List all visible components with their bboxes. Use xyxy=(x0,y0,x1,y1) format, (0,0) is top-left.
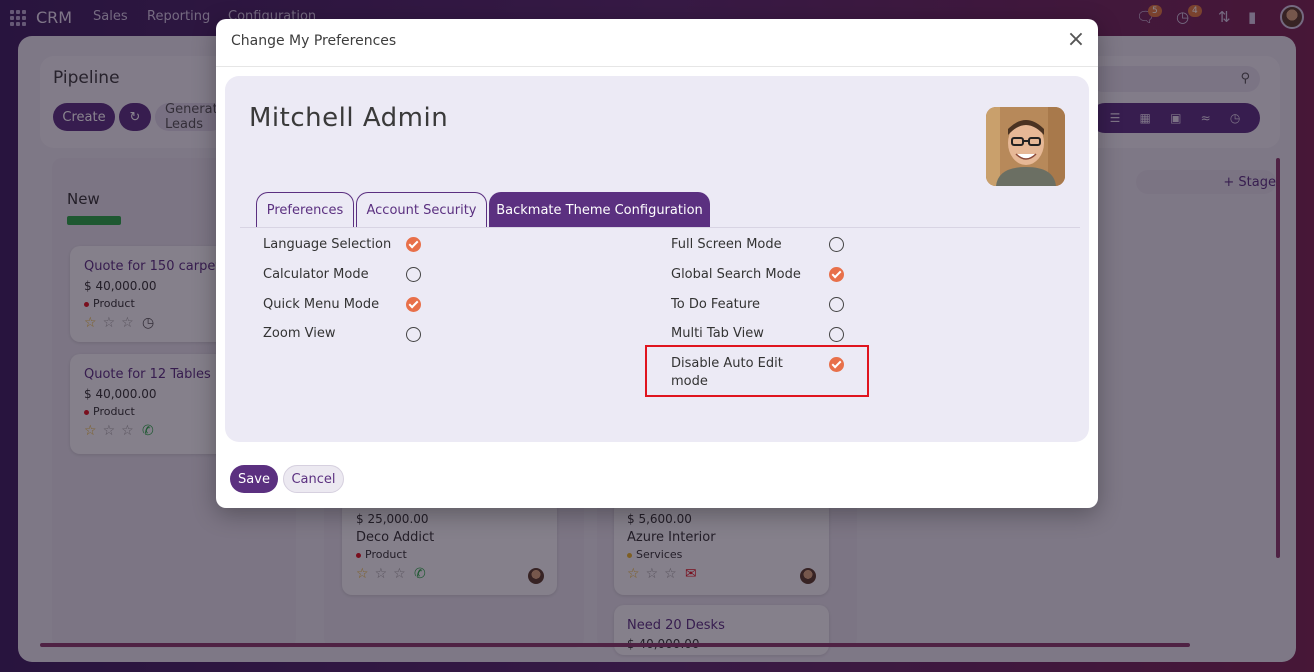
close-icon[interactable]: × xyxy=(1066,29,1086,51)
tab-backmate-theme-configuration[interactable]: Backmate Theme Configuration xyxy=(489,192,710,228)
tab-preferences[interactable]: Preferences xyxy=(256,192,354,228)
tab-bar: Preferences Account Security Backmate Th… xyxy=(256,192,712,228)
quick-menu-mode-checkbox[interactable] xyxy=(406,297,421,312)
save-button[interactable]: Save xyxy=(230,465,278,493)
cancel-button[interactable]: Cancel xyxy=(283,465,344,493)
option-label: Global Search Mode xyxy=(671,267,801,282)
tab-divider xyxy=(240,227,1080,228)
option-label: Full Screen Mode xyxy=(671,237,782,252)
option-label: Language Selection xyxy=(263,237,392,252)
form-sheet: Mitchell Admin Preferences Account Secur… xyxy=(225,76,1089,442)
user-photo[interactable] xyxy=(986,107,1065,186)
multi-tab-view-checkbox[interactable] xyxy=(829,327,844,342)
highlight-box xyxy=(645,345,869,397)
to-do-feature-checkbox[interactable] xyxy=(829,297,844,312)
option-label: Multi Tab View xyxy=(671,326,764,341)
zoom-view-checkbox[interactable] xyxy=(406,327,421,342)
full-screen-mode-checkbox[interactable] xyxy=(829,237,844,252)
option-label: Calculator Mode xyxy=(263,267,369,282)
tab-account-security[interactable]: Account Security xyxy=(356,192,487,228)
calculator-mode-checkbox[interactable] xyxy=(406,267,421,282)
preferences-dialog: Change My Preferences × Mitchell Admin P… xyxy=(216,19,1098,508)
user-name: Mitchell Admin xyxy=(249,103,449,133)
option-label: To Do Feature xyxy=(671,297,761,312)
option-label: Quick Menu Mode xyxy=(263,297,380,312)
dialog-title: Change My Preferences xyxy=(231,33,397,49)
dialog-header: Change My Preferences × xyxy=(216,19,1098,67)
global-search-mode-checkbox[interactable] xyxy=(829,267,844,282)
option-label: Zoom View xyxy=(263,326,336,341)
language-selection-checkbox[interactable] xyxy=(406,237,421,252)
